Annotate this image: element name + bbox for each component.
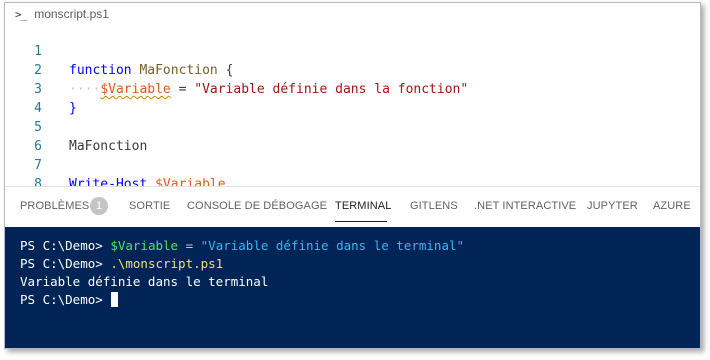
code-line: 8	[5, 156, 700, 192]
terminal-line: PS C:\Demo> .\monscript.ps1	[20, 255, 223, 272]
tab-output[interactable]: SORTIE	[129, 200, 170, 212]
code-line: 4	[5, 80, 700, 116]
terminal-variable: $Variable	[110, 238, 179, 253]
terminal-string: "Variable définie dans le terminal"	[200, 238, 465, 253]
editor-window: >_ monscript.ps1 1 function MaFonction {…	[4, 2, 701, 349]
code-editor[interactable]: 1 function MaFonction { 2 ····$Variable …	[5, 23, 700, 192]
terminal-command: .\monscript.ps1	[110, 256, 224, 271]
file-tab-label: monscript.ps1	[34, 7, 109, 21]
terminal-prompt: PS C:\Demo>	[20, 238, 103, 253]
code-line: 7 Write-Host $Variable	[5, 137, 700, 192]
terminal-operator: =	[178, 238, 201, 253]
tab-problems[interactable]: PROBLÈMES	[20, 200, 89, 212]
powershell-icon: >_	[15, 7, 27, 21]
code-line: 6	[5, 118, 700, 154]
active-tab-indicator	[335, 221, 387, 222]
tab-azure[interactable]: AZURE	[653, 200, 691, 212]
terminal-prompt: PS C:\Demo>	[20, 292, 103, 307]
tab-jupyter[interactable]: JUPYTER	[587, 200, 638, 212]
terminal-line: PS C:\Demo> $Variable = "Variable défini…	[20, 237, 464, 254]
editor-tab-bar: >_ monscript.ps1	[5, 3, 700, 23]
problems-count-badge: 1	[90, 197, 108, 215]
terminal-cursor	[111, 292, 119, 307]
terminal-prompt: PS C:\Demo>	[20, 256, 103, 271]
terminal-panel[interactable]: PS C:\Demo> $Variable = "Variable défini…	[5, 227, 700, 348]
terminal-output: Variable définie dans le terminal	[20, 273, 268, 290]
panel-tab-bar: PROBLÈMES 1 SORTIE CONSOLE DE DÉBOGAGE T…	[5, 186, 700, 227]
terminal-output-text: Variable définie dans le terminal	[20, 274, 269, 289]
tab-gitlens[interactable]: GITLENS	[410, 200, 458, 212]
tab-dotnet-interactive[interactable]: .NET INTERACTIVE	[474, 200, 576, 212]
tab-debug-console[interactable]: CONSOLE DE DÉBOGAGE	[187, 200, 327, 212]
code-line: 1 function MaFonction {	[5, 23, 700, 78]
code-line: 2 ····$Variable = "Variable définie dans…	[5, 42, 700, 97]
code-line: 5 MaFonction	[5, 99, 700, 154]
file-tab[interactable]: >_ monscript.ps1	[15, 5, 109, 23]
code-line: 3 }	[5, 61, 700, 116]
terminal-line: PS C:\Demo>	[20, 291, 119, 308]
tab-terminal[interactable]: TERMINAL	[335, 200, 391, 212]
